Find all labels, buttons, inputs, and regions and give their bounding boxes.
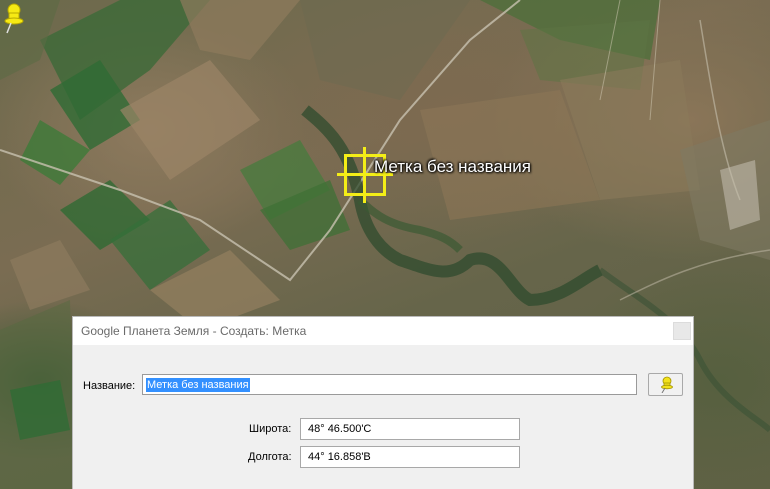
name-field[interactable]: Метка без названия (142, 374, 637, 395)
dialog-titlebar[interactable]: Google Планета Земля - Создать: Метка (73, 317, 693, 345)
close-button[interactable] (673, 322, 691, 340)
pushpin-icon[interactable] (0, 0, 26, 34)
create-placemark-dialog: Google Планета Земля - Создать: Метка На… (73, 317, 693, 489)
latitude-field[interactable]: 48° 46.500'С (300, 418, 520, 440)
longitude-field[interactable]: 44° 16.858'В (300, 446, 520, 468)
longitude-label: Долгота: (248, 451, 292, 463)
name-label: Название: (83, 380, 136, 392)
pushpin-icon (661, 376, 673, 393)
latitude-label: Широта: (249, 423, 292, 435)
name-field-value: Метка без названия (146, 378, 250, 392)
placemark-label: Метка без названия (374, 157, 531, 176)
dialog-title: Google Планета Земля - Создать: Метка (81, 324, 307, 338)
placemark-icon-button[interactable] (648, 373, 683, 396)
